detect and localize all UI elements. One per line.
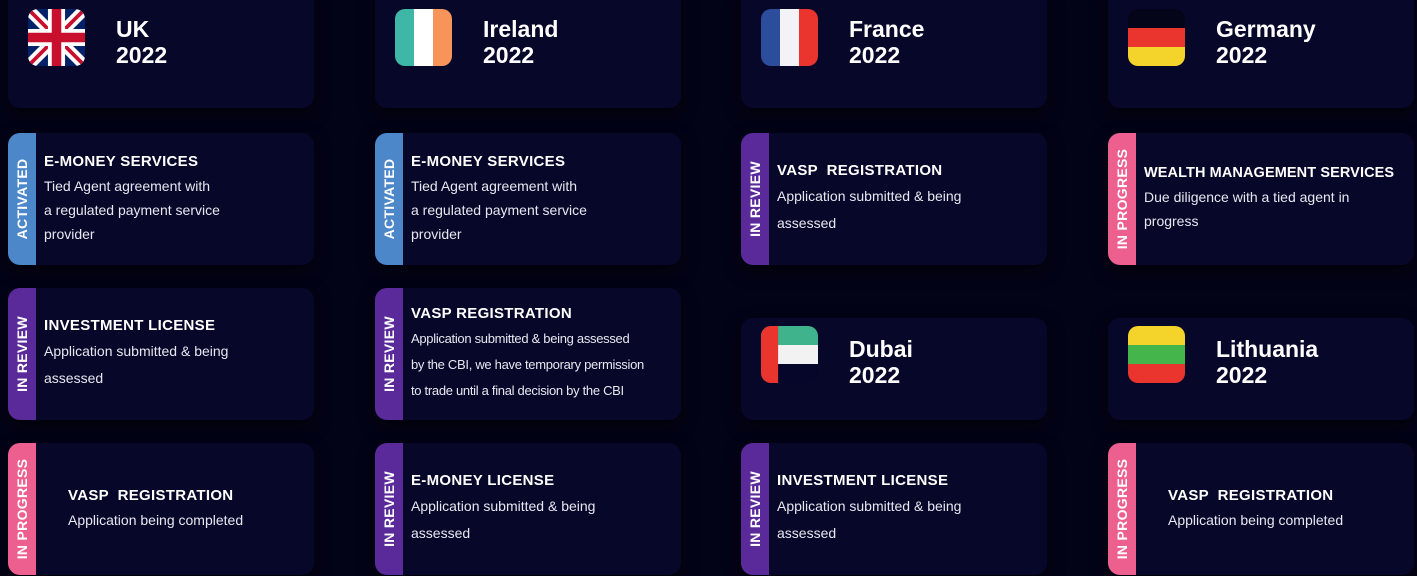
ireland-flag-icon — [395, 9, 452, 66]
country-name: UK — [116, 16, 150, 42]
country-name: France — [849, 16, 925, 42]
service-title: E-MONEY LICENSE — [411, 471, 555, 489]
service-title: VASP REGISTRATION — [1168, 486, 1334, 504]
service-description: Application submitted & being assessed — [411, 497, 596, 541]
service-description: Application being completed — [68, 511, 244, 528]
uae-flag-icon — [761, 326, 818, 383]
status-card-uk-vasp: IN PROGRESS VASP REGISTRATION Applicatio… — [8, 443, 314, 575]
status-badge: IN PROGRESS — [8, 443, 36, 575]
status-badge: IN PROGRESS — [1108, 133, 1136, 265]
country-year: 2022 — [1216, 362, 1268, 388]
country-name: Dubai — [849, 336, 913, 362]
country-card-france: France 2022 — [741, 0, 1047, 108]
status-card-uk-emoney: ACTIVATED E-MONEY SERVICES Tied Agent ag… — [8, 133, 314, 265]
status-card-france-vasp: IN REVIEW VASP REGISTRATION Application … — [741, 133, 1047, 265]
status-card-lithuania-vasp: IN PROGRESS VASP REGISTRATION Applicatio… — [1108, 443, 1414, 575]
service-description: Application submitted & being assessed — [777, 497, 962, 541]
status-badge: ACTIVATED — [375, 133, 403, 265]
country-card-uk: UK 2022 — [8, 0, 314, 108]
service-title: E-MONEY SERVICES — [411, 152, 566, 170]
country-heading: UK 2022 — [116, 16, 167, 68]
country-year: 2022 — [483, 42, 535, 68]
country-year: 2022 — [849, 42, 901, 68]
country-card-germany: Germany 2022 — [1108, 0, 1414, 108]
country-year: 2022 — [849, 362, 901, 388]
service-description: Tied Agent agreement with a regulated pa… — [411, 177, 587, 242]
country-heading: Ireland 2022 — [483, 16, 558, 68]
service-title: VASP REGISTRATION — [777, 161, 943, 179]
country-card-ireland: Ireland 2022 — [375, 0, 681, 108]
country-card-dubai: Dubai 2022 — [741, 318, 1047, 420]
service-title: VASP REGISTRATION — [68, 486, 234, 504]
status-card-ireland-vasp: IN REVIEW VASP REGISTRATION Application … — [375, 288, 681, 420]
status-card-dubai-investment: IN REVIEW INVESTMENT LICENSE Application… — [741, 443, 1047, 575]
service-title: INVESTMENT LICENSE — [44, 316, 216, 334]
service-description: Application submitted & being assessed b… — [411, 330, 644, 398]
service-description: Application being completed — [1168, 511, 1344, 528]
status-badge: IN REVIEW — [375, 443, 403, 575]
status-badge: ACTIVATED — [8, 133, 36, 265]
country-year: 2022 — [1216, 42, 1268, 68]
status-card-germany-wealth: IN PROGRESS WEALTH MANAGEMENT SERVICES D… — [1108, 133, 1414, 265]
lithuania-flag-icon — [1128, 326, 1185, 383]
status-badge: IN REVIEW — [741, 443, 769, 575]
status-card-uk-investment: IN REVIEW INVESTMENT LICENSE Application… — [8, 288, 314, 420]
service-description: Due diligence with a tied agent in progr… — [1144, 189, 1350, 229]
country-card-lithuania: Lithuania 2022 — [1108, 318, 1414, 420]
france-flag-icon — [761, 9, 818, 66]
service-title: WEALTH MANAGEMENT SERVICES — [1144, 165, 1395, 181]
service-title: E-MONEY SERVICES — [44, 152, 199, 170]
country-name: Ireland — [483, 16, 559, 42]
service-description: Tied Agent agreement with a regulated pa… — [44, 177, 220, 242]
status-badge: IN REVIEW — [8, 288, 36, 420]
country-year: 2022 — [116, 42, 168, 68]
status-badge: IN REVIEW — [375, 288, 403, 420]
status-card-ireland-emoney: ACTIVATED E-MONEY SERVICES Tied Agent ag… — [375, 133, 681, 265]
service-description: Application submitted & being assessed — [44, 342, 229, 386]
status-badge: IN PROGRESS — [1108, 443, 1136, 575]
germany-flag-icon — [1128, 9, 1185, 66]
service-title: INVESTMENT LICENSE — [777, 471, 949, 489]
country-heading: France 2022 — [849, 16, 924, 68]
status-badge: IN REVIEW — [741, 133, 769, 265]
uk-flag-icon — [28, 9, 85, 66]
country-name: Germany — [1216, 16, 1316, 42]
country-name: Lithuania — [1216, 336, 1319, 362]
status-card-ireland-emoney-license: IN REVIEW E-MONEY LICENSE Application su… — [375, 443, 681, 575]
service-description: Application submitted & being assessed — [777, 187, 962, 231]
service-title: VASP REGISTRATION — [411, 304, 572, 322]
country-heading: Lithuania 2022 — [1216, 336, 1318, 388]
country-heading: Germany 2022 — [1216, 16, 1316, 68]
country-heading: Dubai 2022 — [849, 336, 913, 388]
